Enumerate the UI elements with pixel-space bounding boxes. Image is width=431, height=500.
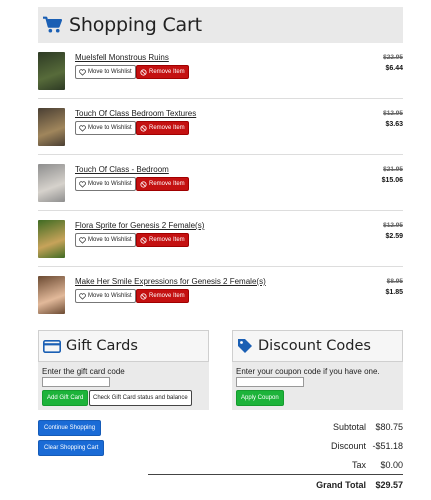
prohibited-icon bbox=[140, 292, 147, 300]
heart-icon bbox=[79, 124, 86, 132]
remove-label: Remove Item bbox=[149, 293, 185, 299]
remove-label: Remove Item bbox=[149, 69, 185, 75]
remove-item-button[interactable]: Remove Item bbox=[136, 289, 189, 303]
remove-item-button[interactable]: Remove Item bbox=[136, 177, 189, 191]
gift-cards-header: Gift Cards bbox=[38, 330, 209, 362]
discount-value: -$51.18 bbox=[372, 441, 403, 451]
remove-item-button[interactable]: Remove Item bbox=[136, 233, 189, 247]
original-price: $22.95 bbox=[383, 54, 403, 61]
wishlist-label: Move to Wishlist bbox=[88, 69, 132, 75]
remove-label: Remove Item bbox=[149, 181, 185, 187]
move-to-wishlist-button[interactable]: Move to Wishlist bbox=[75, 177, 136, 191]
tax-label: Tax bbox=[351, 460, 366, 470]
add-gift-card-button[interactable]: Add Gift Card bbox=[42, 390, 89, 406]
product-thumbnail[interactable] bbox=[38, 276, 65, 314]
grand-total-label: Grand Total bbox=[316, 480, 366, 490]
heart-icon bbox=[79, 180, 86, 188]
gift-card-hint: Enter the gift card code bbox=[42, 367, 125, 376]
prohibited-icon bbox=[140, 180, 147, 188]
wishlist-label: Move to Wishlist bbox=[88, 293, 132, 299]
original-price: $12.95 bbox=[383, 222, 403, 229]
discount-row: Discount -$51.18 bbox=[280, 441, 403, 455]
sale-price: $2.59 bbox=[385, 233, 403, 240]
coupon-code-input[interactable] bbox=[236, 377, 304, 387]
product-name-link[interactable]: Make Her Smile Expressions for Genesis 2… bbox=[75, 277, 266, 286]
totals-divider bbox=[148, 474, 403, 475]
shopping-cart-icon bbox=[43, 16, 62, 33]
grand-total-row: Grand Total $29.57 bbox=[280, 480, 403, 494]
subtotal-row: Subtotal $80.75 bbox=[280, 422, 403, 436]
grand-total-value: $29.57 bbox=[375, 480, 403, 490]
cart-item: Flora Sprite for Genesis 2 Female(s) Mov… bbox=[38, 211, 403, 267]
prohibited-icon bbox=[140, 68, 147, 76]
tax-row: Tax $0.00 bbox=[280, 460, 403, 474]
clear-shopping-cart-button[interactable]: Clear Shopping Cart bbox=[38, 440, 105, 456]
cart-item: Touch Of Class - Bedroom Move to Wishlis… bbox=[38, 155, 403, 211]
discount-codes-header: Discount Codes bbox=[232, 330, 403, 362]
cart-item: Make Her Smile Expressions for Genesis 2… bbox=[38, 267, 403, 323]
subtotal-label: Subtotal bbox=[332, 422, 366, 432]
move-to-wishlist-button[interactable]: Move to Wishlist bbox=[75, 121, 136, 135]
wishlist-label: Move to Wishlist bbox=[88, 125, 132, 131]
page-title: Shopping Cart bbox=[69, 14, 202, 36]
original-price: $8.95 bbox=[386, 278, 403, 285]
remove-item-button[interactable]: Remove Item bbox=[136, 65, 189, 79]
remove-label: Remove Item bbox=[149, 125, 185, 131]
apply-coupon-button[interactable]: Apply Coupon bbox=[236, 390, 284, 406]
product-thumbnail[interactable] bbox=[38, 220, 65, 258]
continue-shopping-button[interactable]: Continue Shopping bbox=[38, 420, 102, 436]
discount-codes-title: Discount Codes bbox=[258, 338, 371, 354]
page-header: Shopping Cart bbox=[38, 7, 403, 43]
cart-item: Touch Of Class Bedroom Textures Move to … bbox=[38, 99, 403, 155]
gift-card-code-input[interactable] bbox=[42, 377, 110, 387]
cart-item: Muelsfell Monstrous Ruins Move to Wishli… bbox=[38, 43, 403, 99]
heart-icon bbox=[79, 236, 86, 244]
original-price: $21.95 bbox=[383, 166, 403, 173]
heart-icon bbox=[79, 68, 86, 76]
discount-label: Discount bbox=[330, 441, 366, 451]
cart-item-list: Muelsfell Monstrous Ruins Move to Wishli… bbox=[38, 43, 403, 323]
check-gift-card-button[interactable]: Check Gift Card status and balance bbox=[89, 390, 192, 406]
wishlist-label: Move to Wishlist bbox=[88, 237, 132, 243]
sale-price: $1.85 bbox=[385, 289, 403, 296]
coupon-hint: Enter your coupon code if you have one. bbox=[236, 367, 380, 376]
tax-value: $0.00 bbox=[380, 460, 403, 470]
product-name-link[interactable]: Flora Sprite for Genesis 2 Female(s) bbox=[75, 221, 204, 230]
gift-cards-panel: Enter the gift card code Add Gift Card C… bbox=[38, 362, 209, 410]
tag-icon bbox=[238, 338, 252, 353]
product-thumbnail[interactable] bbox=[38, 52, 65, 90]
sale-price: $3.63 bbox=[385, 121, 403, 128]
product-name-link[interactable]: Touch Of Class - Bedroom bbox=[75, 165, 169, 174]
discount-codes-panel: Enter your coupon code if you have one. … bbox=[232, 362, 403, 410]
remove-item-button[interactable]: Remove Item bbox=[136, 121, 189, 135]
credit-card-icon bbox=[43, 339, 61, 353]
move-to-wishlist-button[interactable]: Move to Wishlist bbox=[75, 65, 136, 79]
original-price: $12.95 bbox=[383, 110, 403, 117]
move-to-wishlist-button[interactable]: Move to Wishlist bbox=[75, 289, 136, 303]
subtotal-value: $80.75 bbox=[375, 422, 403, 432]
heart-icon bbox=[79, 292, 86, 300]
prohibited-icon bbox=[140, 236, 147, 244]
prohibited-icon bbox=[140, 124, 147, 132]
wishlist-label: Move to Wishlist bbox=[88, 181, 132, 187]
product-name-link[interactable]: Touch Of Class Bedroom Textures bbox=[75, 109, 196, 118]
product-thumbnail[interactable] bbox=[38, 164, 65, 202]
sale-price: $6.44 bbox=[385, 65, 403, 72]
gift-cards-title: Gift Cards bbox=[66, 338, 138, 354]
sale-price: $15.06 bbox=[381, 177, 403, 184]
remove-label: Remove Item bbox=[149, 237, 185, 243]
product-name-link[interactable]: Muelsfell Monstrous Ruins bbox=[75, 53, 169, 62]
product-thumbnail[interactable] bbox=[38, 108, 65, 146]
move-to-wishlist-button[interactable]: Move to Wishlist bbox=[75, 233, 136, 247]
